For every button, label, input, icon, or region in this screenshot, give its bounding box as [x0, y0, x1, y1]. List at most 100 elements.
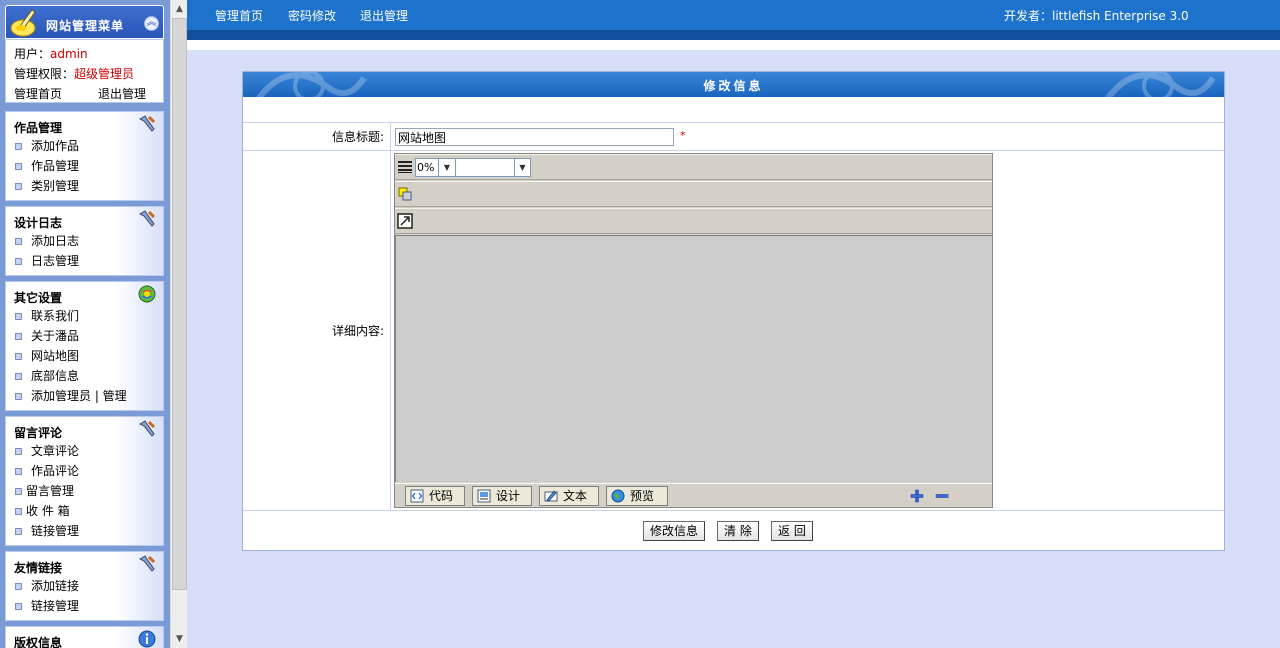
code-icon	[410, 489, 424, 503]
panel-title: 修改信息	[703, 79, 764, 93]
perm-line: 管理权限：超级管理员	[14, 64, 163, 84]
editor-content-area[interactable]	[395, 235, 992, 482]
section-title: 作品管理	[14, 121, 63, 135]
menu-item-links-manage[interactable]: 链接管理	[6, 521, 163, 541]
paintbrush-icon	[10, 9, 36, 37]
minus-icon[interactable]	[935, 489, 949, 503]
top-bar-strip	[187, 30, 1280, 40]
section-other-settings: 其它设置 联系我们 关于潘品 网站地图 底部信息 添加管理员 | 管理	[5, 281, 164, 411]
design-icon	[477, 489, 491, 503]
edit-panel: 修改信息 信息标题: * 详细内容: 0% ▼ ▼	[242, 71, 1225, 551]
detail-label: 详细内容:	[243, 151, 391, 510]
menu-item-about[interactable]: 关于潘品	[6, 326, 163, 346]
editor-toolbar-1: 0% ▼ ▼	[395, 154, 992, 180]
mode-text-button[interactable]: 文本	[539, 486, 599, 506]
section-comments: 留言评论 文章评论 作品评论 留言管理 收 件 箱 链接管理	[5, 416, 164, 546]
rich-text-editor: 0% ▼ ▼ 代码 设计 文本 预览	[394, 153, 993, 508]
editor-toolbar-2	[395, 181, 992, 207]
mode-code-button[interactable]: 代码	[405, 486, 465, 506]
required-mark: *	[680, 129, 686, 142]
align-icon[interactable]	[397, 159, 413, 175]
collapse-icon[interactable]: ︽	[144, 16, 159, 31]
button-row: 修改信息 清 除 返 回	[243, 511, 1224, 551]
expand-icon[interactable]	[397, 213, 413, 229]
globe-color-icon	[138, 285, 156, 303]
font-select[interactable]: ▼	[455, 158, 531, 177]
chevron-down-icon[interactable]: ▼	[514, 159, 530, 176]
mode-design-label: 设计	[496, 489, 521, 503]
zoom-value: 0%	[415, 158, 439, 177]
menu-item-sitemap[interactable]: 网站地图	[6, 346, 163, 366]
menu-item-category[interactable]: 类别管理	[6, 176, 163, 196]
menu-item-footer[interactable]: 底部信息	[6, 366, 163, 386]
editor-toolbar-3	[395, 208, 992, 234]
user-line: 用户：admin	[14, 44, 163, 64]
mode-text-label: 文本	[563, 489, 588, 503]
mode-preview-label: 预览	[630, 489, 655, 503]
developer-info: 开发者：littlefish Enterprise 3.0	[1004, 9, 1189, 23]
perm-value: 超级管理员	[74, 67, 135, 81]
top-logout-link[interactable]: 退出管理	[360, 7, 408, 24]
menu-logout-link[interactable]: 退出管理	[98, 84, 146, 104]
blank-row	[243, 97, 1224, 123]
mode-design-button[interactable]: 设计	[472, 486, 532, 506]
user-label: 用户：	[14, 47, 51, 61]
tools-icon	[138, 115, 156, 132]
top-home-link[interactable]: 管理首页	[215, 7, 263, 24]
back-button[interactable]: 返 回	[771, 521, 813, 541]
left-menu-frame: 网站管理菜单 ︽ 用户：admin 管理权限：超级管理员 管理首页 退出管理 作品…	[0, 0, 170, 648]
user-info-box: 用户：admin 管理权限：超级管理员 管理首页 退出管理	[5, 39, 164, 103]
top-password-link[interactable]: 密码修改	[288, 7, 336, 24]
menu-home-link[interactable]: 管理首页	[14, 84, 98, 104]
menu-item-messages[interactable]: 留言管理	[6, 481, 163, 501]
section-title: 友情链接	[14, 561, 63, 575]
menu-header: 网站管理菜单 ︽	[5, 5, 164, 39]
title-row: 信息标题: *	[243, 123, 1224, 151]
top-bar: 管理首页 密码修改 退出管理 开发者：littlefish Enterprise…	[187, 0, 1280, 40]
scroll-up-icon[interactable]: ▲	[173, 2, 186, 16]
menu-item-contact[interactable]: 联系我们	[6, 306, 163, 326]
menu-item-manage-work[interactable]: 作品管理	[6, 156, 163, 176]
title-input[interactable]	[395, 128, 674, 146]
menu-item-manage-log[interactable]: 日志管理	[6, 251, 163, 271]
top-divider	[187, 40, 1280, 50]
menu-item-work-comments[interactable]: 作品评论	[6, 461, 163, 481]
menu-item-add-log[interactable]: 添加日志	[6, 231, 163, 251]
menu-item-add-work[interactable]: 添加作品	[6, 136, 163, 156]
menu-item-article-comments[interactable]: 文章评论	[6, 441, 163, 461]
mode-code-label: 代码	[429, 489, 454, 503]
editor-mode-bar: 代码 设计 文本 预览	[395, 483, 992, 507]
clear-button[interactable]: 清 除	[717, 521, 759, 541]
user-name: admin	[50, 47, 88, 61]
section-title: 留言评论	[14, 426, 63, 440]
submit-button[interactable]: 修改信息	[643, 521, 706, 541]
menu-item-manage-link[interactable]: 链接管理	[6, 596, 163, 616]
tools-icon	[138, 555, 156, 572]
user-ops: 管理首页 退出管理	[14, 84, 163, 104]
menu-item-admin[interactable]: 添加管理员 | 管理	[6, 386, 163, 406]
globe-icon	[611, 489, 625, 503]
menu-item-inbox[interactable]: 收 件 箱	[6, 501, 163, 521]
detail-row: 详细内容: 0% ▼ ▼ 代码 设计 文本 预览	[243, 151, 1224, 511]
scroll-thumb[interactable]	[172, 18, 187, 590]
scroll-down-icon[interactable]: ▼	[173, 632, 186, 646]
mode-preview-button[interactable]: 预览	[606, 486, 668, 506]
menu-title: 网站管理菜单	[46, 19, 125, 33]
section-design-log: 设计日志 添加日志 日志管理	[5, 206, 164, 276]
zoom-select[interactable]: 0% ▼	[415, 158, 456, 177]
text-icon	[544, 490, 558, 502]
section-friend-links: 友情链接 添加链接 链接管理	[5, 551, 164, 621]
section-title: 版权信息	[14, 636, 63, 648]
section-title: 设计日志	[14, 216, 63, 230]
section-copyright: 版权信息	[5, 626, 164, 648]
chevron-down-icon[interactable]: ▼	[439, 158, 456, 177]
section-works: 作品管理 添加作品 作品管理 类别管理	[5, 111, 164, 201]
perm-label: 管理权限：	[14, 67, 75, 81]
section-title: 其它设置	[14, 291, 63, 305]
plus-icon[interactable]	[910, 489, 924, 503]
left-scrollbar[interactable]: ▲ ▼	[170, 0, 187, 648]
menu-item-add-link[interactable]: 添加链接	[6, 576, 163, 596]
tools-icon	[138, 210, 156, 227]
info-icon	[138, 630, 156, 648]
highlight-icon[interactable]	[397, 186, 413, 202]
